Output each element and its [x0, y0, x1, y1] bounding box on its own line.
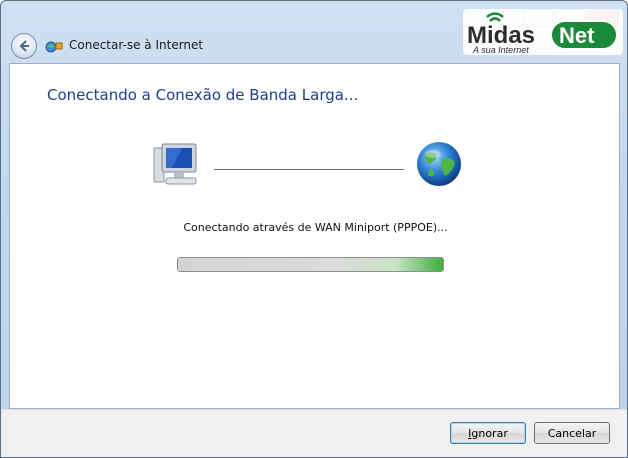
back-button[interactable]	[11, 33, 37, 59]
logo-tagline: A sua Internet	[472, 45, 529, 55]
logo-brand-right: Net	[559, 23, 595, 48]
content-panel: Conectando a Conexão de Banda Larga... C…	[9, 63, 620, 409]
window-title: Conectar-se à Internet	[69, 38, 204, 52]
footer: Ignorar Cancelar	[1, 409, 627, 457]
status-text: Conectando através de WAN Miniport (PPPO…	[183, 221, 448, 234]
connect-internet-window: Conectar-se à Internet Midas Net A sua I…	[0, 0, 628, 458]
back-arrow-icon	[19, 40, 29, 52]
network-connection-icon	[45, 41, 63, 53]
globe-icon	[417, 142, 461, 186]
progress-fill	[178, 258, 443, 271]
cancel-button[interactable]: Cancelar	[534, 422, 610, 444]
ignore-label-rest: gnorar	[471, 426, 508, 440]
title-bar: Conectar-se à Internet Midas Net A sua I…	[1, 1, 627, 63]
ignore-button[interactable]: Ignorar	[450, 422, 526, 444]
midasnet-logo: Midas Net A sua Internet	[463, 9, 623, 55]
computer-icon	[153, 143, 197, 185]
progress-bar	[177, 257, 444, 272]
page-heading: Conectando a Conexão de Banda Larga...	[47, 86, 359, 104]
connection-line	[214, 169, 404, 170]
